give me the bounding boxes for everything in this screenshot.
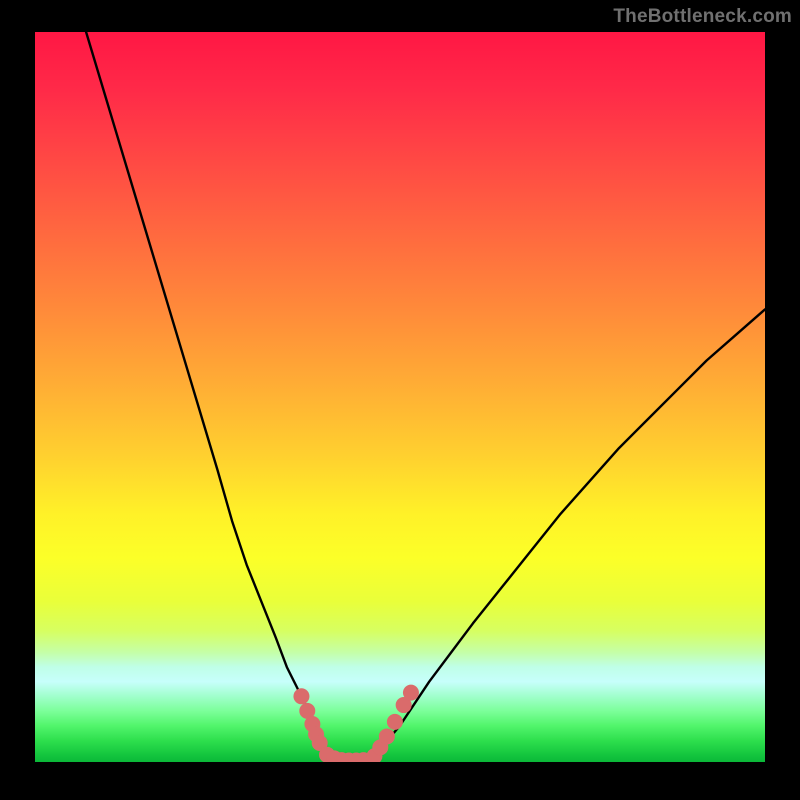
chart-svg — [35, 32, 765, 762]
highlight-point — [379, 728, 395, 744]
highlight-point — [293, 688, 309, 704]
plot-area — [35, 32, 765, 762]
watermark-text: TheBottleneck.com — [613, 6, 792, 28]
curve-layer — [86, 32, 765, 761]
series-right-curve — [371, 309, 765, 759]
series-left-curve — [86, 32, 342, 761]
chart-container: TheBottleneck.com — [0, 0, 800, 800]
highlight-point — [387, 714, 403, 730]
highlight-point — [403, 685, 419, 701]
marker-layer — [293, 685, 419, 762]
